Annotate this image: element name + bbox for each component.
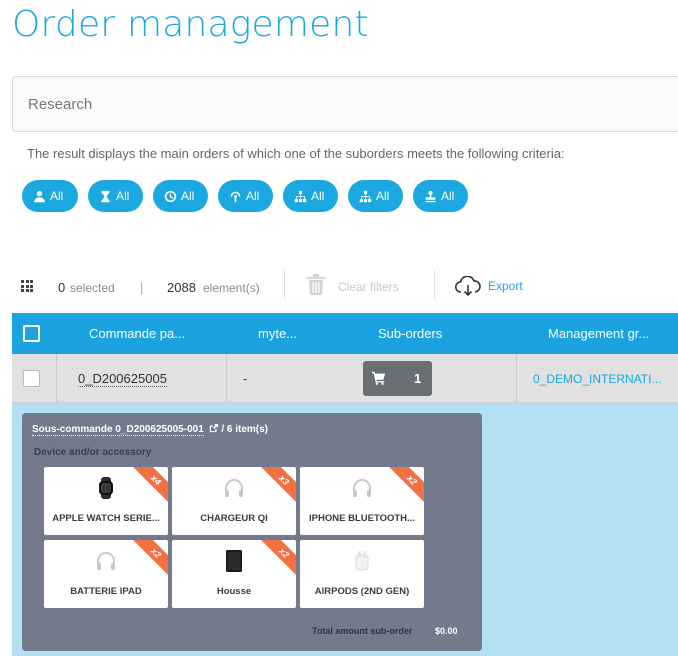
divider xyxy=(434,270,435,300)
sitemap-icon xyxy=(294,190,307,202)
product-name: APPLE WATCH SERIE... xyxy=(52,513,160,524)
suborder-link[interactable]: Sous-commande 0_D200625005-001 xyxy=(32,424,204,436)
column-header-management-group[interactable]: Management gr... xyxy=(548,326,649,341)
suborders-count: 1 xyxy=(414,371,422,386)
filter-label: All xyxy=(441,189,455,203)
suborders-toggle-button[interactable]: 1 xyxy=(363,361,432,396)
column-header-order[interactable]: Commande pa... xyxy=(89,326,185,341)
total-value: $0.00 xyxy=(435,626,458,636)
headphones-icon xyxy=(225,479,243,497)
element-label: element(s) xyxy=(203,281,260,295)
column-header-suborders[interactable]: Sub-orders xyxy=(378,326,442,341)
filter-time[interactable]: All xyxy=(153,180,208,212)
section-label: Device and/or accessory xyxy=(34,447,152,458)
table-header: Commande pa... myte... Sub-orders Manage… xyxy=(12,313,678,354)
cell-divider xyxy=(516,354,517,403)
cloud-download-icon[interactable] xyxy=(455,276,481,296)
divider xyxy=(284,270,285,300)
filter-network[interactable]: All xyxy=(218,180,273,212)
product-card[interactable]: x4 APPLE WATCH SERIE... xyxy=(44,467,168,535)
quantity-ribbon: x2 xyxy=(257,540,296,580)
list-toolbar: 0 selected | 2088 element(s) Clear filte… xyxy=(0,268,678,302)
product-card[interactable]: x2 BATTERIE IPAD xyxy=(44,540,168,608)
filter-org[interactable]: All xyxy=(283,180,338,212)
filter-label: All xyxy=(246,189,260,203)
total-label: Total amount sub-order xyxy=(312,626,413,636)
headphones-icon xyxy=(97,552,115,570)
signal-icon xyxy=(230,191,241,202)
watch-icon xyxy=(99,477,113,499)
product-name: CHARGEUR QI xyxy=(200,513,268,524)
page-title: Order management xyxy=(12,4,369,45)
cell-divider xyxy=(56,354,57,403)
separator: | xyxy=(140,280,144,295)
cart-icon xyxy=(372,371,386,385)
filter-label: All xyxy=(311,189,325,203)
filter-stamp[interactable]: All xyxy=(413,180,468,212)
external-link-icon[interactable] xyxy=(209,423,219,433)
product-name: Housse xyxy=(216,586,252,597)
filter-label: All xyxy=(181,189,195,203)
product-card[interactable]: x3 CHARGEUR QI xyxy=(172,467,296,535)
hourglass-icon xyxy=(101,190,110,202)
expanded-row-details: Sous-commande 0_D200625005-001 / 6 item(… xyxy=(12,403,678,656)
product-name: AIRPODS (2ND GEN) xyxy=(314,586,410,597)
clock-icon xyxy=(164,190,177,202)
order-id[interactable]: 0_D200625005 xyxy=(78,371,167,387)
tablet-case-icon xyxy=(226,550,242,572)
filter-label: All xyxy=(116,189,130,203)
product-card[interactable]: AIRPODS (2ND GEN) xyxy=(300,540,424,608)
quantity-ribbon: x2 xyxy=(385,467,424,507)
clear-filters-button[interactable]: Clear filters xyxy=(338,280,399,294)
mytec-value: - xyxy=(243,371,248,386)
cell-divider xyxy=(226,354,227,403)
headphones-icon xyxy=(353,479,371,497)
filter-org-2[interactable]: All xyxy=(348,180,403,212)
trash-icon xyxy=(307,274,325,295)
airpods-icon xyxy=(355,551,369,571)
filter-label: All xyxy=(376,189,390,203)
filter-user[interactable]: All xyxy=(22,180,78,212)
sitemap-icon xyxy=(359,190,372,202)
suborder-panel: Sous-commande 0_D200625005-001 / 6 item(… xyxy=(22,413,482,651)
quantity-ribbon: x4 xyxy=(129,467,168,507)
export-button[interactable]: Export xyxy=(488,279,523,293)
search-input[interactable] xyxy=(13,77,678,131)
selected-count: 0 xyxy=(58,280,66,295)
user-icon xyxy=(34,190,45,202)
quantity-ribbon: x2 xyxy=(129,540,168,580)
management-group-link[interactable]: 0_DEMO_INTERNATI... xyxy=(533,372,661,386)
stamp-icon xyxy=(425,190,436,202)
product-card[interactable]: x2 Housse xyxy=(172,540,296,608)
row-checkbox[interactable] xyxy=(23,370,40,387)
suborder-title: Sous-commande 0_D200625005-001 / 6 item(… xyxy=(32,423,269,436)
search-box[interactable] xyxy=(12,76,678,132)
product-card[interactable]: x2 IPHONE BLUETOOTH... xyxy=(300,467,424,535)
element-count: 2088 xyxy=(167,280,196,295)
filter-label: All xyxy=(50,189,64,203)
select-all-checkbox[interactable] xyxy=(23,325,40,342)
filter-bar: All All All All All All All xyxy=(22,180,468,212)
selected-label: selected xyxy=(70,281,115,295)
column-header-mytec[interactable]: myte... xyxy=(258,326,297,341)
filter-status[interactable]: All xyxy=(88,180,143,212)
quantity-ribbon: x3 xyxy=(257,467,296,507)
suborder-items-count: / 6 item(s) xyxy=(221,424,269,435)
product-name: BATTERIE IPAD xyxy=(70,586,142,597)
grid-icon[interactable] xyxy=(21,280,33,292)
criteria-description: The result displays the main orders of w… xyxy=(27,146,565,161)
product-name: IPHONE BLUETOOTH... xyxy=(309,513,415,524)
table-row[interactable]: 0_D200625005 - 1 0_DEMO_INTERNATI... xyxy=(12,354,678,403)
